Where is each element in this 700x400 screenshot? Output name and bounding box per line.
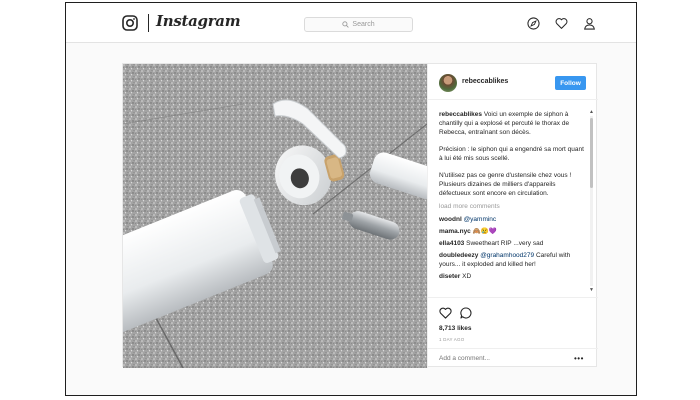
post-sidebar: rebeccablikes Follow rebeccablikes Voici… [427, 64, 598, 368]
list-item: mama.nyc 🙈😢💜 [439, 227, 585, 236]
post-actions: 8,713 likes 1 DAY AGO ••• [428, 297, 598, 368]
browser-frame: Instagram Search rebeccablikes Follow re… [65, 2, 637, 396]
heart-outline-icon[interactable] [555, 17, 568, 30]
list-item: woodnl @yamminc [439, 215, 585, 224]
comment-mention[interactable]: @yamminc [464, 216, 497, 223]
comment-username[interactable]: woodnl [439, 216, 462, 223]
scroll-thumb[interactable] [590, 118, 593, 188]
list-item: ella4103 Sweetheart RIP ...very sad [439, 239, 585, 248]
more-options-icon[interactable]: ••• [574, 355, 584, 363]
list-item: diseter XD [439, 272, 585, 281]
post-author-username[interactable]: rebeccablikes [462, 78, 508, 85]
comment-bubble-icon[interactable] [460, 307, 472, 319]
follow-button[interactable]: Follow [555, 76, 586, 90]
comment-text: XD [462, 273, 472, 280]
search-placeholder: Search [352, 21, 375, 28]
load-more-comments-link[interactable]: load more comments [439, 202, 585, 211]
comments-scrollbar[interactable]: ▲ ▼ [589, 110, 594, 294]
post-photo[interactable] [123, 64, 427, 368]
caption: rebeccablikes Voici un exemple de siphon… [439, 110, 585, 198]
list-item: doubledeezy @grahamhood279 Careful with … [439, 251, 585, 269]
top-navigation: Instagram Search [66, 3, 636, 43]
caption-paragraph: N'utilisez pas ce genre d'ustensile chez… [439, 172, 572, 197]
add-comment-input[interactable] [439, 355, 559, 362]
comment-mention[interactable]: @grahamhood279 [480, 252, 534, 259]
add-comment-bar: ••• [428, 348, 598, 369]
comments-list[interactable]: rebeccablikes Voici un exemple de siphon… [439, 110, 585, 294]
caption-paragraph: Précision : le siphon qui a engendré sa … [439, 146, 584, 162]
scroll-up-arrow-icon[interactable]: ▲ [589, 110, 594, 115]
avatar[interactable] [439, 74, 457, 92]
profile-icon[interactable] [583, 17, 596, 30]
instagram-camera-icon[interactable] [122, 15, 138, 31]
instagram-wordmark[interactable]: Instagram [156, 12, 241, 30]
post-card: rebeccablikes Follow rebeccablikes Voici… [122, 63, 598, 368]
scroll-down-arrow-icon[interactable]: ▼ [589, 288, 594, 293]
comment-username[interactable]: doubledeezy [439, 252, 478, 259]
caption-paragraph: rebeccablikes Voici un exemple de siphon… [439, 110, 585, 137]
caption-username[interactable]: rebeccablikes [439, 111, 482, 118]
comment-text: 🙈😢💜 [472, 228, 497, 235]
likes-count[interactable]: 8,713 likes [439, 325, 472, 332]
like-heart-icon[interactable] [439, 307, 452, 319]
comment-username[interactable]: ella4103 [439, 240, 464, 247]
post-timestamp: 1 DAY AGO [439, 337, 465, 342]
comment-username[interactable]: diseter [439, 273, 460, 280]
post-header: rebeccablikes Follow [428, 64, 598, 100]
compass-icon[interactable] [527, 17, 540, 30]
comment-text: Sweetheart RIP ...very sad [466, 240, 544, 247]
logo-divider [148, 14, 149, 32]
search-icon [342, 21, 350, 28]
comment-username[interactable]: mama.nyc [439, 228, 471, 235]
search-input[interactable]: Search [304, 17, 413, 32]
